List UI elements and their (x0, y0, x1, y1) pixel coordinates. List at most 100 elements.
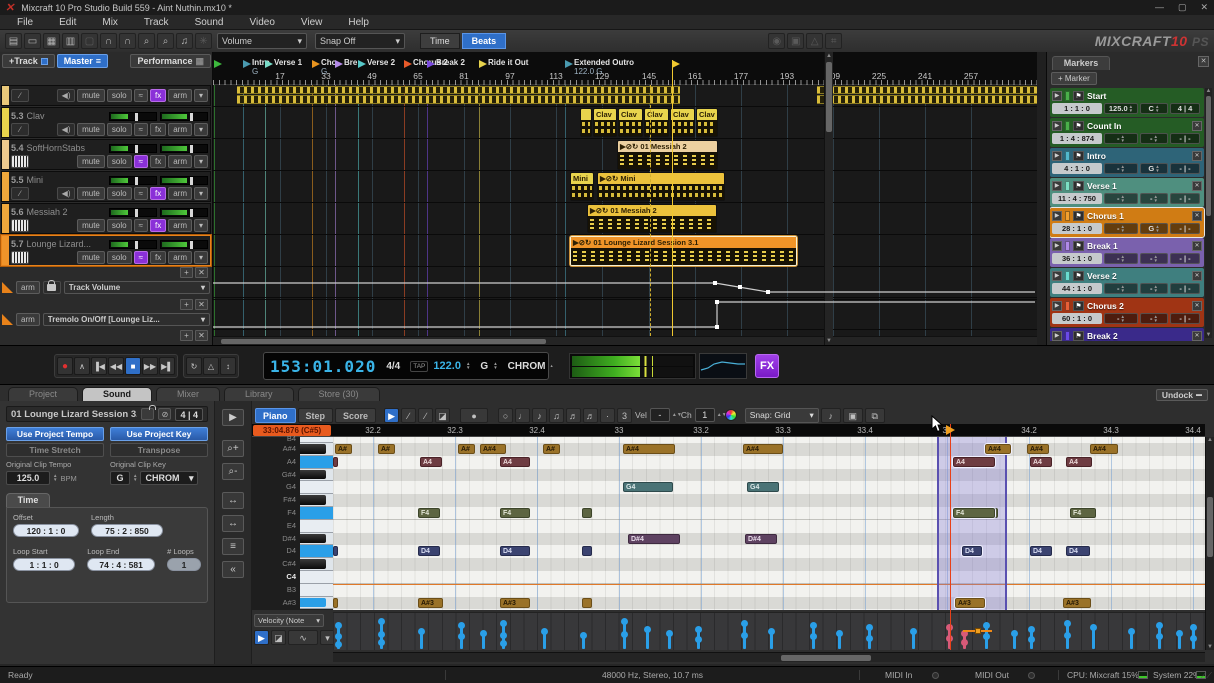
mute-button[interactable]: mute (77, 187, 105, 200)
velocity-stem[interactable] (380, 621, 383, 649)
select-tool[interactable]: ▶ (384, 408, 399, 423)
note-duration-0[interactable]: ○ (498, 408, 513, 423)
clip-clav[interactable]: Clav (644, 108, 669, 137)
performance-button[interactable]: Performance▦ (130, 54, 211, 68)
go-to-start-button[interactable]: ▐◀ (91, 357, 107, 375)
menu-track[interactable]: Track (131, 15, 182, 29)
time-stretch-button[interactable]: Time Stretch (6, 443, 104, 457)
fx-button[interactable]: fx (150, 219, 166, 232)
save-icon[interactable]: ▥ (62, 33, 79, 49)
track-pan-slider[interactable] (109, 208, 157, 217)
menu-help[interactable]: Help (335, 15, 382, 29)
midi-note[interactable] (333, 546, 338, 556)
marker-tempo-field[interactable]: - ▲▼ (1104, 193, 1138, 204)
marker-color-chip[interactable] (1065, 271, 1070, 281)
speaker-icon[interactable]: ◀) (57, 89, 75, 102)
marker-card-count-in[interactable]: ▶⚑Count In✕1 : 4 : 874- ▲▼- ▲▼- | - (1050, 118, 1204, 147)
arm-button[interactable]: arm (168, 155, 192, 168)
menu-video[interactable]: Video (236, 15, 287, 29)
arm-button[interactable]: arm (168, 219, 192, 232)
original-tempo-field[interactable]: 125.0 (6, 471, 50, 485)
clip-01-lounge-lizard-session-3-1[interactable]: ▶⊘↻ 01 Lounge Lizard Session 3.1 (570, 236, 797, 266)
marker-color-chip[interactable] (1065, 241, 1070, 251)
time-mode-button[interactable]: Time (420, 33, 460, 49)
zoom-out-icon[interactable]: ⌕- (222, 463, 244, 480)
add-lane-button[interactable]: + (180, 299, 193, 310)
piano-roll-ruler[interactable]: 33:04.876 (C#5) 32.232.332.43333.233.333… (252, 424, 1205, 437)
piano-key-ds4[interactable]: D#4 (252, 533, 333, 546)
tab-project[interactable]: Project (8, 387, 78, 401)
marker-signature-field[interactable]: - | - (1170, 163, 1200, 174)
marker-tempo-field[interactable]: - ▲▼ (1104, 283, 1138, 294)
piano-key-a4[interactable]: A4 (252, 456, 333, 469)
solo-button[interactable]: solo (107, 219, 132, 232)
headphones-1-icon[interactable]: ∩ (100, 33, 117, 49)
markers-scrollbar[interactable]: ▲ ▼ (1205, 88, 1212, 338)
piano-key-e4[interactable]: E4 (252, 520, 333, 533)
marker-close-icon[interactable]: ✕ (1192, 121, 1202, 131)
markers-tab[interactable]: Markers (1052, 56, 1110, 70)
remove-lane-button[interactable]: ✕ (195, 299, 208, 310)
midi-note-f4[interactable]: F4 (1070, 508, 1096, 518)
velocity-stem[interactable] (1158, 625, 1161, 649)
track-expand-icon[interactable]: ▾ (194, 123, 208, 136)
timeline-hscrollbar[interactable] (213, 336, 1037, 345)
marker-time-field[interactable]: 60 : 1 : 0 (1052, 313, 1102, 324)
marker-card-verse-2[interactable]: ▶⚑Verse 2✕44 : 1 : 0- ▲▼- ▲▼- | - (1050, 268, 1204, 297)
clip-01-messiah-2[interactable]: ▶⊘↻ 01 Messiah 2 (587, 204, 717, 233)
stop-button[interactable]: ■ (125, 357, 141, 375)
metronome-button[interactable]: △ (203, 357, 219, 375)
clip-clav[interactable]: Clav (670, 108, 695, 137)
marker-signature-field[interactable]: - | - (1170, 193, 1200, 204)
marker-signature-field[interactable]: - | - (1170, 223, 1200, 234)
midi-icon[interactable]: ♫ (176, 33, 193, 49)
undock-button[interactable]: Undock▬ (1156, 389, 1208, 401)
use-project-tempo-button[interactable]: Use Project Tempo (6, 427, 104, 441)
piano-key-as3[interactable]: A#3 (252, 597, 333, 610)
marker-color-chip[interactable] (1065, 301, 1070, 311)
velocity-stem[interactable] (582, 635, 585, 649)
lane-arm-button[interactable]: arm (16, 281, 40, 294)
channel-value[interactable]: 1 (695, 408, 715, 422)
master-eq-display[interactable] (699, 353, 747, 379)
section-flag[interactable] (404, 60, 412, 68)
audio-waveform-strip[interactable] (817, 95, 1037, 104)
midi-note-d4[interactable]: D4 (1066, 546, 1090, 556)
original-key-field[interactable]: G (110, 471, 130, 485)
snap-dropdown[interactable]: Snap Off▾ (315, 33, 405, 49)
marker-time-field[interactable]: 11 : 4 : 750 (1052, 193, 1102, 204)
track-expand-icon[interactable]: ▾ (194, 219, 208, 232)
midi-note-d4[interactable]: D4 (500, 546, 530, 556)
play-icon[interactable]: ▶ (222, 409, 244, 426)
velocity-stem[interactable] (623, 621, 626, 649)
add-lane-button[interactable]: + (180, 330, 193, 341)
loop-button[interactable]: ↻ (186, 357, 202, 375)
keyboard-icon[interactable] (11, 219, 29, 232)
track-expand-icon[interactable]: ▾ (194, 187, 208, 200)
marker-card-break-1[interactable]: ▶⚑Break 1✕36 : 1 : 0- ▲▼- ▲▼- | - (1050, 238, 1204, 267)
mute-button[interactable]: mute (77, 155, 105, 168)
midi-note[interactable] (582, 546, 592, 556)
fx-button[interactable]: fx (150, 89, 166, 102)
tab-store30[interactable]: Store (30) (298, 387, 380, 401)
tab-mixer[interactable]: Mixer (156, 387, 220, 401)
velocity-stem[interactable] (1130, 631, 1133, 649)
track-header-5.7[interactable]: 5.7Lounge Lizard...mutesolo≈fxarm▾ (1, 235, 211, 266)
new-file-icon[interactable]: ▤ (5, 33, 22, 49)
marker-color-chip[interactable] (1065, 181, 1070, 191)
master-track-button[interactable]: Master≡ (57, 54, 108, 68)
marker-time-field[interactable]: 1 : 4 : 874 (1052, 133, 1102, 144)
timeline[interactable]: 1733496581971131291451611771932092252412… (213, 52, 1037, 345)
velocity-stem[interactable] (1178, 633, 1181, 649)
velocity-stem[interactable] (985, 625, 988, 649)
marker-color-chip[interactable] (1065, 151, 1070, 161)
velocity-stem[interactable] (1092, 627, 1095, 649)
editor-tab-score[interactable]: Score (335, 408, 376, 423)
midi-note-d4[interactable]: D4 (1030, 546, 1052, 556)
marker-expand-icon[interactable]: ▶ (1052, 91, 1062, 101)
marker-color-chip[interactable] (1065, 211, 1070, 221)
section-flag[interactable] (358, 60, 366, 68)
fast-forward-button[interactable]: ▶▶ (142, 357, 158, 375)
marker-time-field[interactable]: 36 : 1 : 0 (1052, 253, 1102, 264)
h-expand-icon[interactable]: ↔ (222, 492, 244, 509)
